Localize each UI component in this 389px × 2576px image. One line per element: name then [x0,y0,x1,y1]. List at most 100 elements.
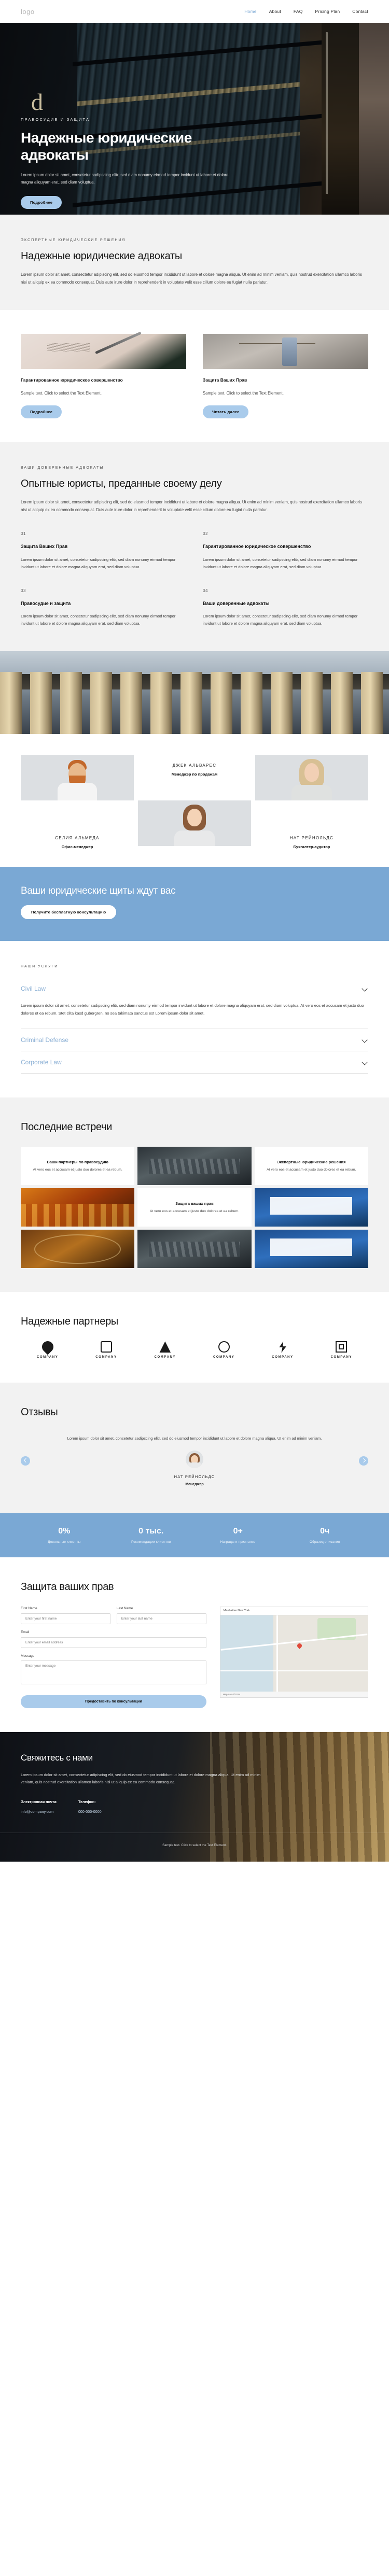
review-card: Lorem ipsum dolor sit amet, consetetur s… [37,1432,352,1489]
accordion-header[interactable]: Corporate Law [21,1051,368,1073]
message-label: Message [21,1654,35,1658]
card-read-more-button[interactable]: Читать далее [203,405,249,418]
email-label: Email [21,1630,30,1635]
gallery-tile-protest-fire-image [21,1188,135,1227]
features-label: ВАШИ ДОВЕРЕННЫЕ АДВОКАТЫ [21,466,104,470]
frame-mark-icon [336,1341,348,1353]
intro-section: ЭКСПЕРТНЫЕ ЮРИДИЧЕСКИЕ РЕШЕНИЯ Надежные … [0,215,389,311]
last-name-group: Last Name [116,1607,206,1625]
stat-value: 0 тыс. [138,1527,164,1536]
reviews-section: Отзывы Lorem ipsum dolor sit amet, conse… [0,1383,389,1514]
gallery-tile-demonstration-image [254,1230,368,1269]
card-learn-more-button[interactable]: Подробнее [21,405,62,418]
team-member-photo [255,755,368,801]
cta-consultation-button[interactable]: Получите бесплатную консультацию [21,905,117,920]
team-member-role: Менеджер по продажам [171,772,218,777]
feature-number: 01 [21,531,26,537]
last-name-input[interactable] [116,1613,206,1625]
footer-contact-value[interactable]: info@company.com [21,1809,58,1814]
map-column: Manhattan New York Map data ©2024 [219,1607,368,1708]
feature-text: Lorem ipsum dolor sit amet, consetetur s… [203,557,358,569]
nav-link-contact[interactable]: Contact [352,9,368,14]
feature-title: Гарантированное юридическое совершенство [203,544,311,550]
stat-item: 0% Довольные клиенты [21,1527,108,1544]
card-image-lady-justice [203,334,368,370]
submit-button[interactable]: Предоставить по консультации [21,1695,206,1709]
nav-link-pricing-plan[interactable]: Pricing Plan [315,9,340,14]
square-mark-icon [100,1341,112,1353]
features-title: Опытные юристы, преданные своему делу [21,477,222,489]
gallery-tile-crowd-protest-image [137,1230,252,1269]
gallery-tile-police-line-image [137,1147,252,1186]
team-member-photo [138,800,251,847]
card-title: Защита Ваших Прав [203,377,247,383]
intro-label: ЭКСПЕРТНЫЕ ЮРИДИЧЕСКИЕ РЕШЕНИЯ [21,238,126,242]
accordion-header[interactable]: Criminal Defense [21,1029,368,1051]
partner-name: COMPANY [330,1356,353,1359]
partner-logo: COMPANY [197,1341,251,1359]
partner-logo: COMPANY [256,1341,309,1359]
stat-item: 0ч Образец описания [282,1527,369,1544]
page-root: logo Home About FAQ Pricing Plan Contact… [0,0,389,1862]
nav-link-faq[interactable]: FAQ [294,9,303,14]
stats-section: 0% Довольные клиенты 0 тыс. Рекомендации… [0,1513,389,1558]
accordion-item-criminal-defense: Criminal Defense [21,1029,368,1052]
map-pin-icon [296,1642,303,1649]
team-member [138,800,251,849]
nav-link-home[interactable]: Home [244,9,256,14]
footer-contact-value[interactable]: 000-000-0000 [78,1809,102,1814]
stat-item: 0+ Награды и признание [195,1527,282,1544]
accordion-header[interactable]: Civil Law [21,978,368,1000]
leaf-mark-icon [39,1339,56,1356]
gallery-tile-title: Защита ваших прав [175,1201,214,1206]
card-text: Sample text. Click to select the Text El… [203,391,284,396]
chevron-down-icon[interactable] [362,1037,368,1043]
accordion-body: Lorem ipsum dolor sit amet, consetetur s… [21,1003,364,1016]
hero-learn-more-button[interactable]: Подробнее [21,195,62,209]
location-map[interactable]: Manhattan New York Map data ©2024 [219,1607,368,1698]
hero-paragraph: Lorem ipsum dolor sit amet, consetetur s… [21,173,229,185]
courthouse-banner-image [0,651,389,735]
gallery-tile-sub: At vero eos et accusam et justo duo dolo… [149,1209,240,1213]
partners-section: Надежные партнеры COMPANY COMPANY COMPAN… [0,1292,389,1383]
nav-links: Home About FAQ Pricing Plan Contact [244,9,368,14]
prev-arrow-icon[interactable] [21,1456,30,1466]
top-navigation: logo Home About FAQ Pricing Plan Contact [0,0,389,23]
card-legal-excellence: Гарантированное юридическое совершенство… [21,334,186,418]
accordion-item-corporate-law: Corporate Law [21,1051,368,1074]
footer-paragraph: Lorem ipsum dolor sit amet, consectetur … [21,1772,261,1785]
stat-value: 0% [58,1527,71,1536]
chevron-down-icon[interactable] [362,986,368,992]
gallery-tile-march-banner-image [254,1188,368,1227]
partner-name: COMPANY [154,1356,176,1359]
first-name-input[interactable] [21,1613,110,1625]
nav-link-about[interactable]: About [269,9,281,14]
accordion-title: Corporate Law [21,1059,62,1066]
gallery-tile-text: Экспертные юридические решения At vero e… [254,1147,368,1186]
next-arrow-icon[interactable] [359,1456,368,1466]
cta-section: Ваши юридические щиты ждут вас Получите … [0,867,389,941]
services-label: НАШИ УСЛУГИ [21,965,59,969]
footer-title: Свяжитесь с нами [21,1753,93,1763]
stat-label: Награды и признание [220,1540,256,1544]
feature-number: 02 [203,531,208,537]
message-textarea[interactable] [21,1660,206,1685]
review-text: Lorem ipsum dolor sit amet, consetetur s… [67,1436,322,1441]
first-name-label: First Name [21,1607,37,1611]
site-logo[interactable]: logo [21,8,35,16]
feature-title: Ваши доверенные адвокаты [203,600,270,606]
email-field[interactable] [21,1637,206,1649]
footer-copyright: Sample text. Click to select the Text El… [162,1843,227,1848]
team-member-text-celia: СЕЛИЯ АЛЬМЕДА Офис-менеджер [21,800,134,849]
gallery-tile-world-map-image [21,1230,135,1269]
meetings-title: Последние встречи [21,1121,113,1133]
review-author-role: Менеджер [185,1483,204,1487]
map-header: Manhattan New York [220,1607,368,1616]
chevron-down-icon[interactable] [362,1059,368,1065]
team-member-photo [21,755,134,801]
gallery-tile-title: Ваши партнеры по правосудию [47,1159,108,1164]
map-footer: Map data ©2024 [220,1692,368,1698]
feature-number: 03 [21,588,26,593]
gallery-tile-text: Защита ваших прав At vero eos et accusam… [137,1188,252,1227]
partner-name: COMPANY [213,1356,235,1359]
